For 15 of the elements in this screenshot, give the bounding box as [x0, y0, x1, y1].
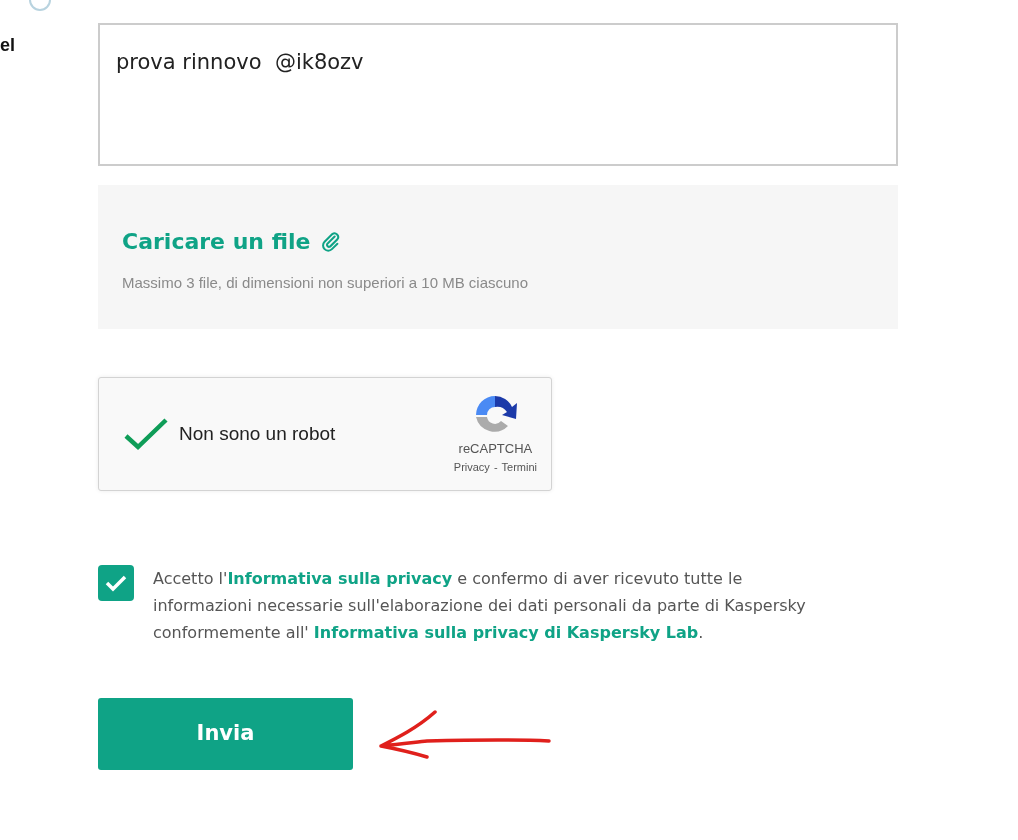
check-icon: [105, 574, 127, 592]
captcha-link[interactable]: Privacy: [453, 458, 490, 475]
captcha-link[interactable]: Termini: [501, 458, 537, 475]
privacy-link[interactable]: Informativa sulla privacy: [227, 569, 453, 588]
consent-text: Accetto l'Informativa sulla privacy e confermo di aver ricevuto tutte le informazioni necessarie sull'elaborazione dei dati personali da parte di Kaspersky conformemente all' Informativa sulla privacy di Kaspersky Lab.: [153, 568, 807, 644]
privacy-link[interactable]: Informativa sulla privacy di Kaspersky Lab: [313, 623, 699, 642]
message-field[interactable]: prova rinnovo @ik8ozv: [98, 23, 898, 166]
consent-checkbox[interactable]: [98, 565, 134, 601]
upload-hint: Massimo 3 file, di dimensioni non superiori a 10 MB ciascuno: [122, 273, 529, 293]
upload-link[interactable]: Caricare un file: [122, 225, 343, 258]
field-label: el: [0, 34, 15, 57]
captcha-label: Non sono un robot: [179, 421, 336, 446]
submit-button[interactable]: Invia: [98, 698, 353, 770]
separator: -: [493, 459, 498, 475]
recaptcha-brand: reCAPTCHA: [458, 440, 533, 458]
